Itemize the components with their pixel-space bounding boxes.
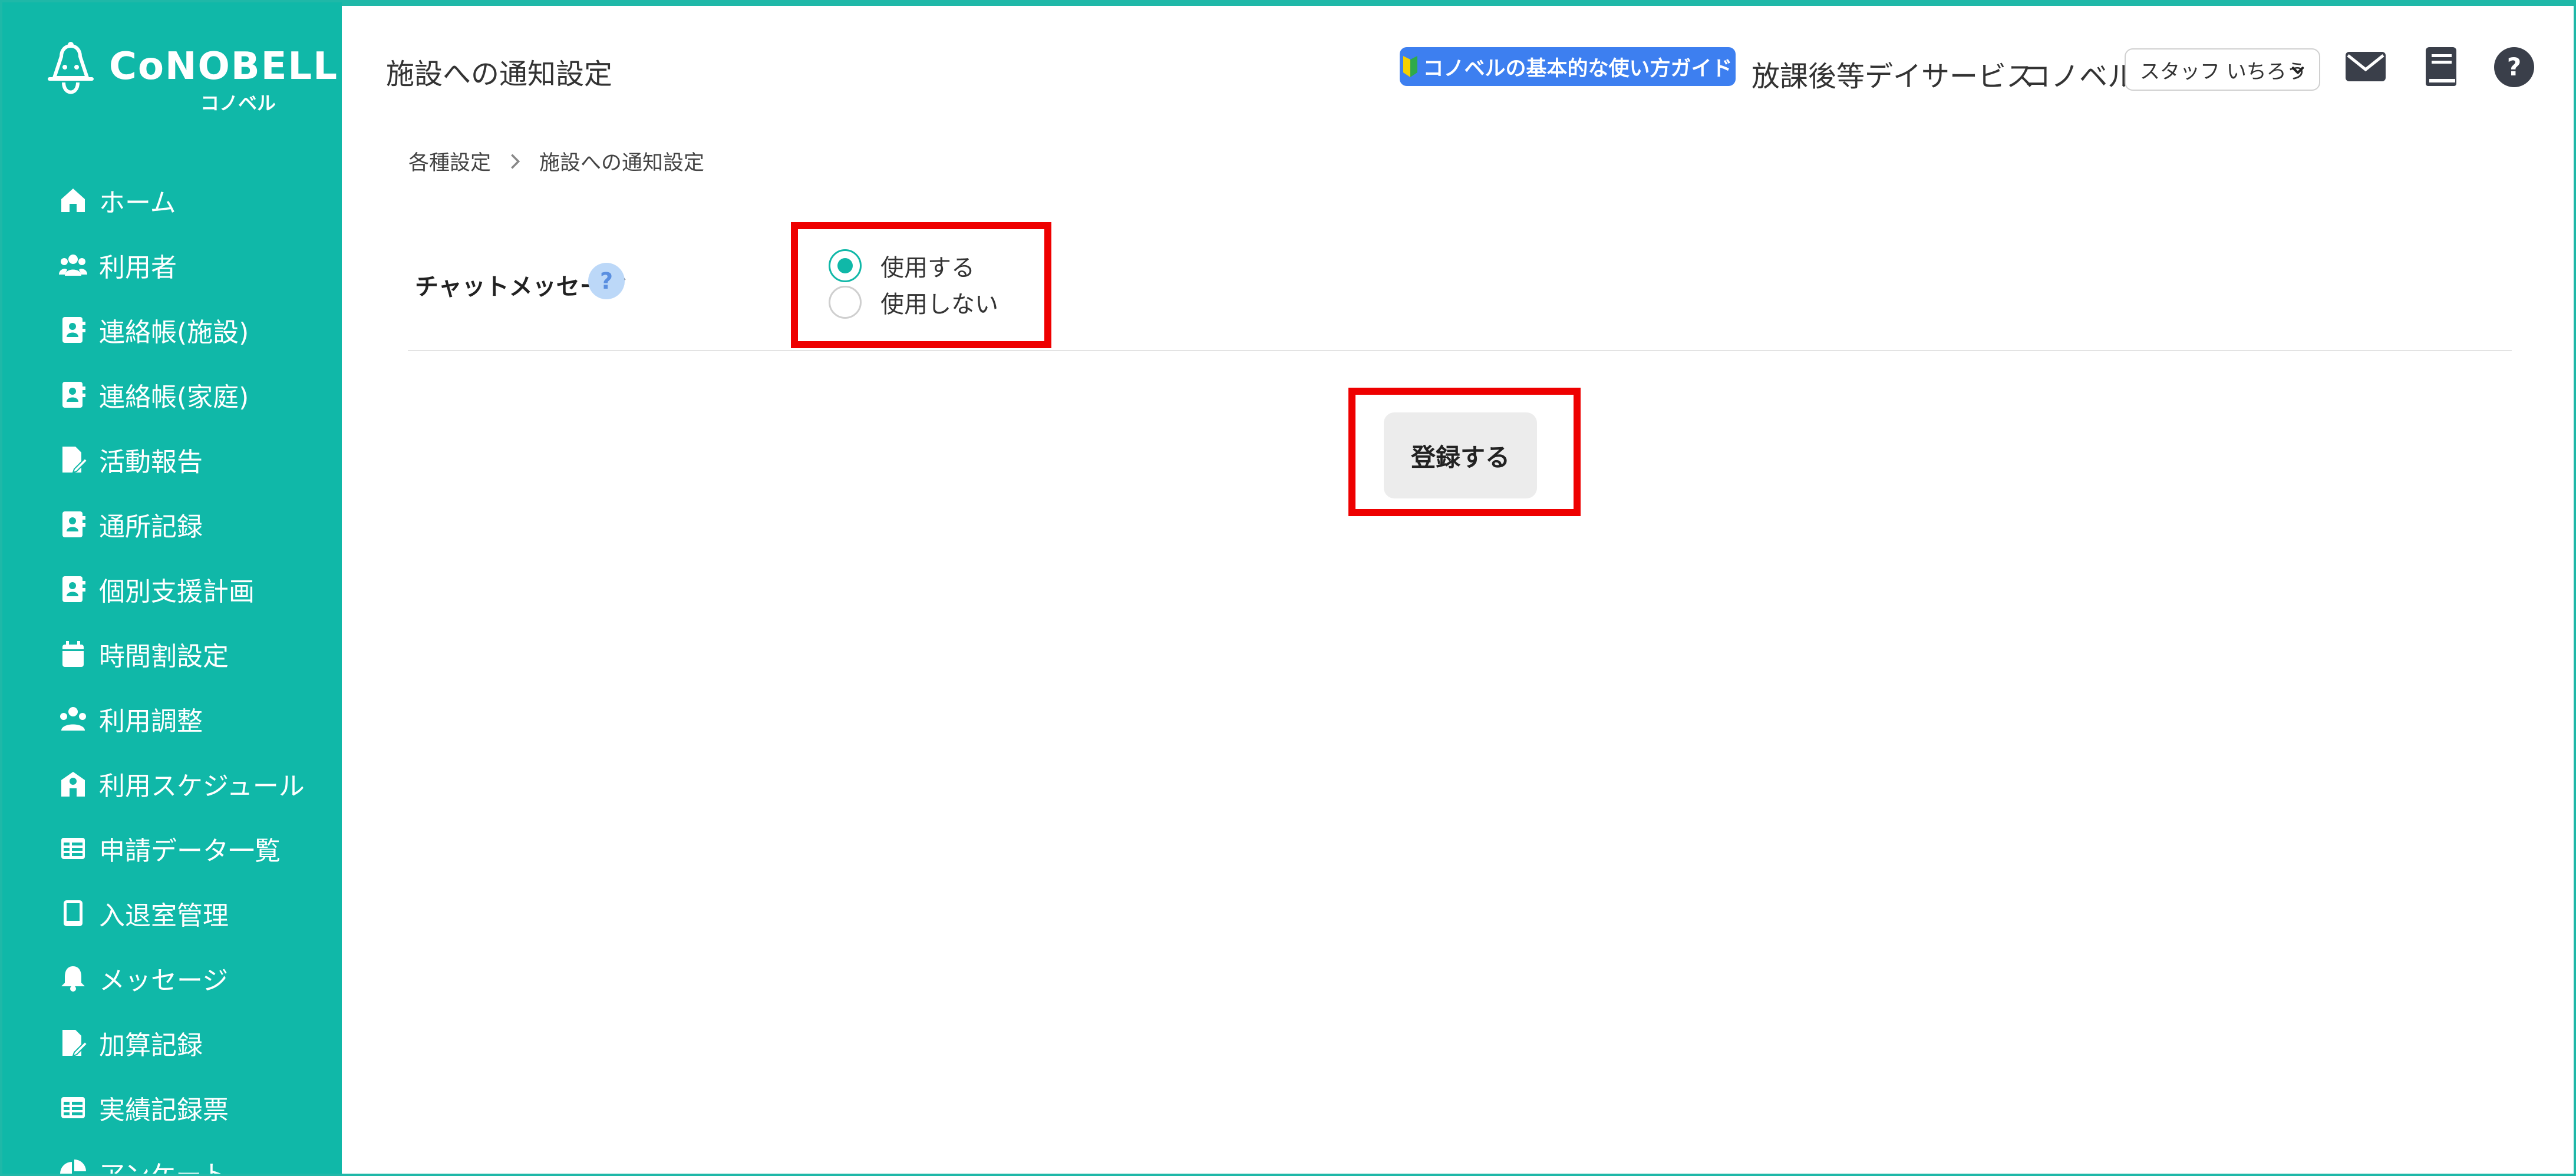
bell-mascot-icon — [48, 42, 94, 94]
app-window: CoNOBELL コノベル ホーム利用者連絡帳(施設) 連絡帳(家庭) 活動報告通所… — [0, 0, 2576, 1176]
sidebar-item[interactable]: 通所記録 — [0, 495, 342, 554]
users-cog-icon — [60, 707, 86, 731]
users-icon — [59, 255, 87, 276]
sidebar-item-label: 活動報告 — [99, 447, 203, 477]
chevron-down-icon — [2291, 67, 2304, 74]
sidebar-item-label: 利用者 — [99, 253, 177, 283]
brand-subname: コノベル — [200, 92, 276, 114]
breadcrumb: 各種設定 施設への通知設定 — [408, 146, 704, 176]
calendar-icon — [62, 641, 84, 667]
submit-highlight-box — [1348, 388, 1581, 516]
mail-icon[interactable] — [2344, 46, 2387, 88]
contact-book-icon — [62, 576, 85, 602]
sidebar-item-label: 利用調整 — [99, 706, 203, 736]
brand-logo[interactable]: CoNOBELL コノベル — [41, 41, 337, 118]
pie-chart-icon — [60, 1160, 86, 1176]
bell-icon — [61, 966, 85, 992]
sidebar-item-label: アンケート — [99, 1160, 228, 1176]
sidebar-item[interactable]: 個別支援計画 — [0, 560, 342, 619]
facility-name: 放課後等デイサービス — [1752, 60, 2035, 93]
usage-guide-label: コノベルの基本的な使い方ガイド — [1423, 57, 1733, 81]
contact-book-icon — [62, 511, 85, 537]
form-divider — [408, 350, 2512, 351]
sidebar-item[interactable]: 連絡帳(施設) — [0, 300, 342, 359]
sidebar: CoNOBELL コノベル ホーム利用者連絡帳(施設) 連絡帳(家庭) 活動報告通所… — [0, 0, 342, 1176]
sidebar-item[interactable]: メッセージ — [0, 949, 342, 1007]
main-content: 施設への通知設定 コノベルの基本的な使い方ガイド 放課後等デイサービス コノベル… — [342, 6, 2576, 1176]
sidebar-item-label: 入退室管理 — [99, 901, 229, 931]
manual-book-icon[interactable] — [2419, 46, 2461, 88]
sidebar-item[interactable]: 申請データ一覧 — [0, 819, 342, 878]
sidebar-item[interactable]: 入退室管理 — [0, 884, 342, 943]
sidebar-item[interactable]: 利用調整 — [0, 689, 342, 748]
chevron-right-icon — [511, 153, 520, 169]
staff-select[interactable]: スタッフ いちろう — [2125, 48, 2320, 91]
file-edit-icon — [62, 1030, 87, 1057]
staff-select-value: スタッフ いちろう — [2140, 60, 2307, 84]
top-accent-strip — [0, 0, 2576, 6]
chat-help-icon[interactable]: ? — [588, 263, 625, 299]
sidebar-item-label: 実績記録票 — [99, 1095, 229, 1125]
sidebar-item[interactable]: 時間割設定 — [0, 625, 342, 683]
sidebar-item[interactable]: 加算記録 — [0, 1013, 342, 1072]
contact-book-icon — [62, 382, 85, 408]
page-title: 施設への通知設定 — [386, 58, 613, 91]
sidebar-item[interactable]: アンケート — [0, 1143, 342, 1176]
school-icon — [61, 772, 85, 797]
tablet-icon — [64, 900, 83, 926]
sidebar-item-label: 連絡帳(家庭) — [99, 382, 249, 412]
sidebar-item-label: 利用スケジュール — [99, 771, 305, 801]
help-icon[interactable]: ? — [2493, 46, 2535, 88]
sidebar-item[interactable]: 実績記録票 — [0, 1078, 342, 1137]
beginner-mark-icon — [1403, 56, 1418, 77]
svg-text:?: ? — [2507, 52, 2521, 81]
radio-highlight-box — [791, 222, 1051, 348]
contact-book-icon — [62, 317, 85, 343]
sidebar-item[interactable]: 連絡帳(家庭) — [0, 365, 342, 424]
sidebar-item-label: 申請データ一覧 — [99, 836, 281, 866]
sidebar-item-label: 通所記録 — [99, 512, 203, 542]
sidebar-item[interactable]: 利用スケジュール — [0, 754, 342, 813]
sidebar-item-label: メッセージ — [99, 966, 229, 996]
breadcrumb-parent[interactable]: 各種設定 — [408, 146, 491, 176]
sidebar-item[interactable]: 利用者 — [0, 236, 342, 295]
usage-guide-button[interactable]: コノベルの基本的な使い方ガイド — [1400, 47, 1736, 86]
sidebar-item-label: 連絡帳(施設) — [99, 318, 249, 348]
brand-name: CoNOBELL — [109, 45, 338, 88]
sidebar-item[interactable]: 活動報告 — [0, 430, 342, 489]
sidebar-item-label: 個別支援計画 — [99, 577, 255, 607]
breadcrumb-current: 施設への通知設定 — [539, 151, 705, 175]
table-icon — [61, 1097, 85, 1118]
sidebar-item-label: 時間割設定 — [99, 642, 229, 672]
sidebar-item-label: ホーム — [99, 188, 176, 218]
table-icon — [61, 838, 85, 859]
home-icon — [61, 189, 85, 212]
file-edit-icon — [62, 447, 87, 474]
company-name: コノベル — [2023, 60, 2136, 93]
sidebar-item-label: 加算記録 — [99, 1030, 203, 1061]
sidebar-item[interactable]: ホーム — [0, 171, 342, 230]
